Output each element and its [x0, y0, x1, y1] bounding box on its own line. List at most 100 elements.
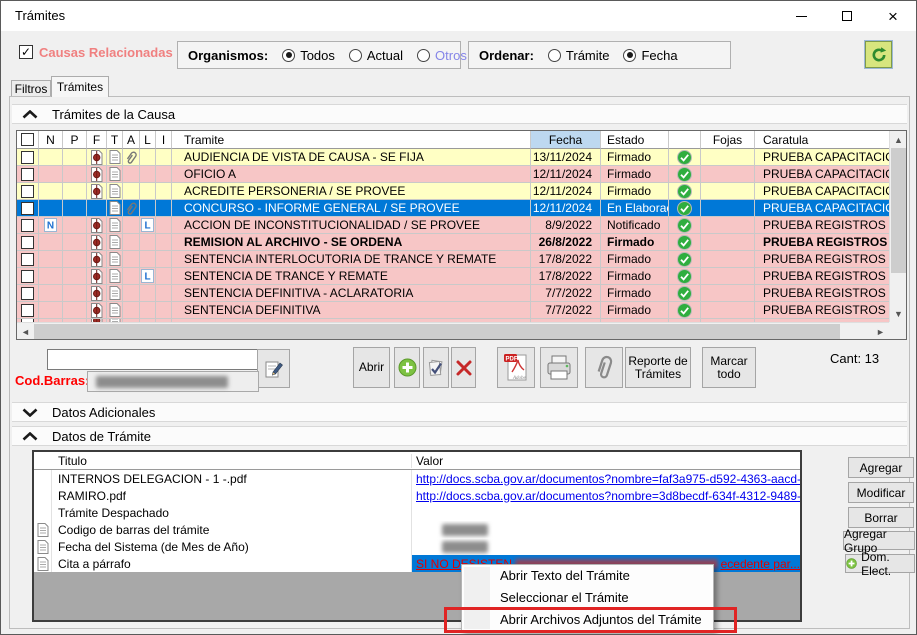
header-estado[interactable]: Estado	[601, 131, 669, 149]
minimize-button[interactable]	[778, 1, 824, 31]
row-checkbox[interactable]	[21, 219, 34, 232]
valor-cell[interactable]	[412, 504, 800, 521]
dato-row[interactable]: Trámite Despachado	[34, 504, 800, 521]
grid-cell	[39, 268, 63, 285]
dom-elect-button[interactable]: Dom. Elect.	[845, 554, 915, 573]
attachments-button[interactable]	[585, 347, 623, 388]
tramite-row[interactable]: SENTENCIA INTERLOCUTORIA DE TRANCE Y REM…	[17, 251, 889, 268]
tramite-row[interactable]: OFICIO A12/11/2024FirmadoPRUEBA CAPACITA…	[17, 166, 889, 183]
add-button[interactable]	[394, 347, 420, 388]
scroll-right-icon[interactable]: ►	[872, 323, 889, 340]
edit-barcode-button[interactable]	[257, 349, 290, 388]
header-titulo[interactable]: Titulo	[52, 454, 412, 468]
header-a[interactable]: A	[123, 131, 140, 149]
header-p[interactable]: P	[63, 131, 87, 149]
causas-relacionadas-checkbox[interactable]: ✓	[19, 45, 33, 59]
header-checkbox-cell[interactable]	[17, 131, 39, 149]
header-n[interactable]: N	[39, 131, 63, 149]
scroll-up-icon[interactable]: ▲	[890, 131, 907, 148]
tramite-row[interactable]: REMISION AL ARCHIVO - SE ORDENA26/8/2022…	[17, 234, 889, 251]
tramite-row[interactable]: AUDIENCIA DE VISTA DE CAUSA - SE FIJA13/…	[17, 149, 889, 166]
maximize-button[interactable]	[824, 1, 870, 31]
row-checkbox[interactable]	[21, 304, 34, 317]
document-link[interactable]: http://docs.scba.gov.ar/documentos?nombr…	[416, 489, 800, 503]
row-checkbox[interactable]	[21, 270, 34, 283]
valor-cell[interactable]	[412, 538, 800, 555]
tramite-row[interactable]: CONCURSO - INFORME GENERAL / SE PROVEE12…	[17, 200, 889, 217]
header-fecha-sorted[interactable]: Fecha	[531, 131, 601, 149]
row-checkbox[interactable]	[21, 236, 34, 249]
tramite-row[interactable]: NLACCION DE INCONSTITUCIONALIDAD / SE PR…	[17, 217, 889, 234]
valor-cell[interactable]: http://docs.scba.gov.ar/documentos?nombr…	[412, 487, 800, 504]
radio-organismos-todos[interactable]: Todos	[282, 48, 335, 63]
context-menu-item[interactable]: Seleccionar el Trámite	[462, 587, 713, 609]
pdf-button[interactable]: PDF Adobe	[497, 347, 535, 388]
agregar-button[interactable]: Agregar	[848, 457, 914, 478]
valor-cell[interactable]: http://docs.scba.gov.ar/documentos?nombr…	[412, 470, 800, 487]
scroll-down-icon[interactable]: ▼	[890, 305, 907, 322]
delete-button[interactable]	[451, 347, 476, 388]
horizontal-scroll-thumb[interactable]	[34, 324, 840, 339]
document-link[interactable]: http://docs.scba.gov.ar/documentos?nombr…	[416, 472, 800, 486]
radio-organismos-actual[interactable]: Actual	[349, 48, 403, 63]
select-all-checkbox[interactable]	[21, 133, 34, 146]
header-f[interactable]: F	[87, 131, 107, 149]
estado-cell: Firmado	[601, 302, 669, 319]
tramite-row[interactable]: SENTENCIA DEFINITIVA7/7/2022FirmadoPRUEB…	[17, 302, 889, 319]
print-button[interactable]	[540, 347, 578, 388]
tab-filtros[interactable]: Filtros	[11, 80, 51, 97]
borrar-button[interactable]: Borrar	[848, 507, 914, 528]
radio-ordenar-fecha[interactable]: Fecha	[623, 48, 677, 63]
dato-row[interactable]: Fecha del Sistema (de Mes de Año)	[34, 538, 800, 555]
grid-cell	[123, 149, 140, 166]
vertical-scroll-thumb[interactable]	[891, 148, 906, 273]
grid-cell	[87, 251, 107, 268]
horizontal-scrollbar[interactable]: ◄ ►	[17, 322, 889, 339]
header-t[interactable]: T	[107, 131, 123, 149]
modificar-button[interactable]: Modificar	[848, 482, 914, 503]
context-menu-item[interactable]: Abrir Texto del Trámite	[462, 565, 713, 587]
grid-cell	[123, 302, 140, 319]
tramite-row[interactable]: ACREDITE PERSONERIA / SE PROVEE12/11/202…	[17, 183, 889, 200]
dato-row[interactable]: Codigo de barras del trámite	[34, 521, 800, 538]
header-status-icon[interactable]	[669, 131, 701, 149]
row-checkbox[interactable]	[21, 253, 34, 266]
radio-organismos-otros[interactable]: Otros	[417, 48, 467, 63]
refresh-button[interactable]	[865, 41, 892, 68]
radio-ordenar-tramite[interactable]: Trámite	[548, 48, 610, 63]
grid-cell	[107, 285, 123, 302]
header-l[interactable]: L	[140, 131, 156, 149]
grid-cell	[17, 234, 39, 251]
agregar-grupo-button[interactable]: Agregar Grupo	[843, 531, 915, 550]
valor-cell[interactable]	[412, 521, 800, 538]
header-i[interactable]: I	[156, 131, 172, 149]
section-datos-adicionales[interactable]: Datos Adicionales	[12, 402, 907, 422]
tab-tramites[interactable]: Trámites	[51, 76, 109, 97]
dato-row[interactable]: INTERNOS DELEGACION - 1 -.pdfhttp://docs…	[34, 470, 800, 487]
header-caratula[interactable]: Caratula	[755, 131, 889, 149]
abrir-button[interactable]: Abrir	[353, 347, 390, 388]
close-button[interactable]: ×	[870, 1, 916, 31]
vertical-scrollbar[interactable]: ▲ ▼	[889, 131, 906, 322]
cod-barras-input[interactable]	[87, 371, 259, 392]
tramite-search-input[interactable]	[47, 349, 259, 370]
row-checkbox[interactable]	[21, 151, 34, 164]
scroll-left-icon[interactable]: ◄	[17, 323, 34, 340]
tramite-row[interactable]: LSENTENCIA DE TRANCE Y REMATE17/8/2022Fi…	[17, 268, 889, 285]
row-checkbox[interactable]	[21, 185, 34, 198]
collapse-up-icon	[22, 110, 38, 119]
validate-button[interactable]	[423, 347, 449, 388]
marcar-todo-button[interactable]: Marcar todo	[702, 347, 756, 388]
signed-document-icon	[90, 167, 103, 182]
row-checkbox[interactable]	[21, 287, 34, 300]
header-tramite[interactable]: Tramite	[172, 131, 531, 149]
tramite-row[interactable]: SENTENCIA DEFINITIVA - ACLARATORIA7/7/20…	[17, 285, 889, 302]
row-checkbox[interactable]	[21, 168, 34, 181]
section-tramites-de-la-causa[interactable]: Trámites de la Causa	[12, 104, 907, 124]
header-fojas[interactable]: Fojas	[701, 131, 755, 149]
dato-row[interactable]: RAMIRO.pdfhttp://docs.scba.gov.ar/docume…	[34, 487, 800, 504]
row-checkbox[interactable]	[21, 202, 34, 215]
reporte-tramites-button[interactable]: Reporte de Trámites	[625, 347, 691, 388]
header-valor[interactable]: Valor	[412, 454, 800, 468]
section-datos-de-tramite[interactable]: Datos de Trámite	[12, 426, 907, 446]
